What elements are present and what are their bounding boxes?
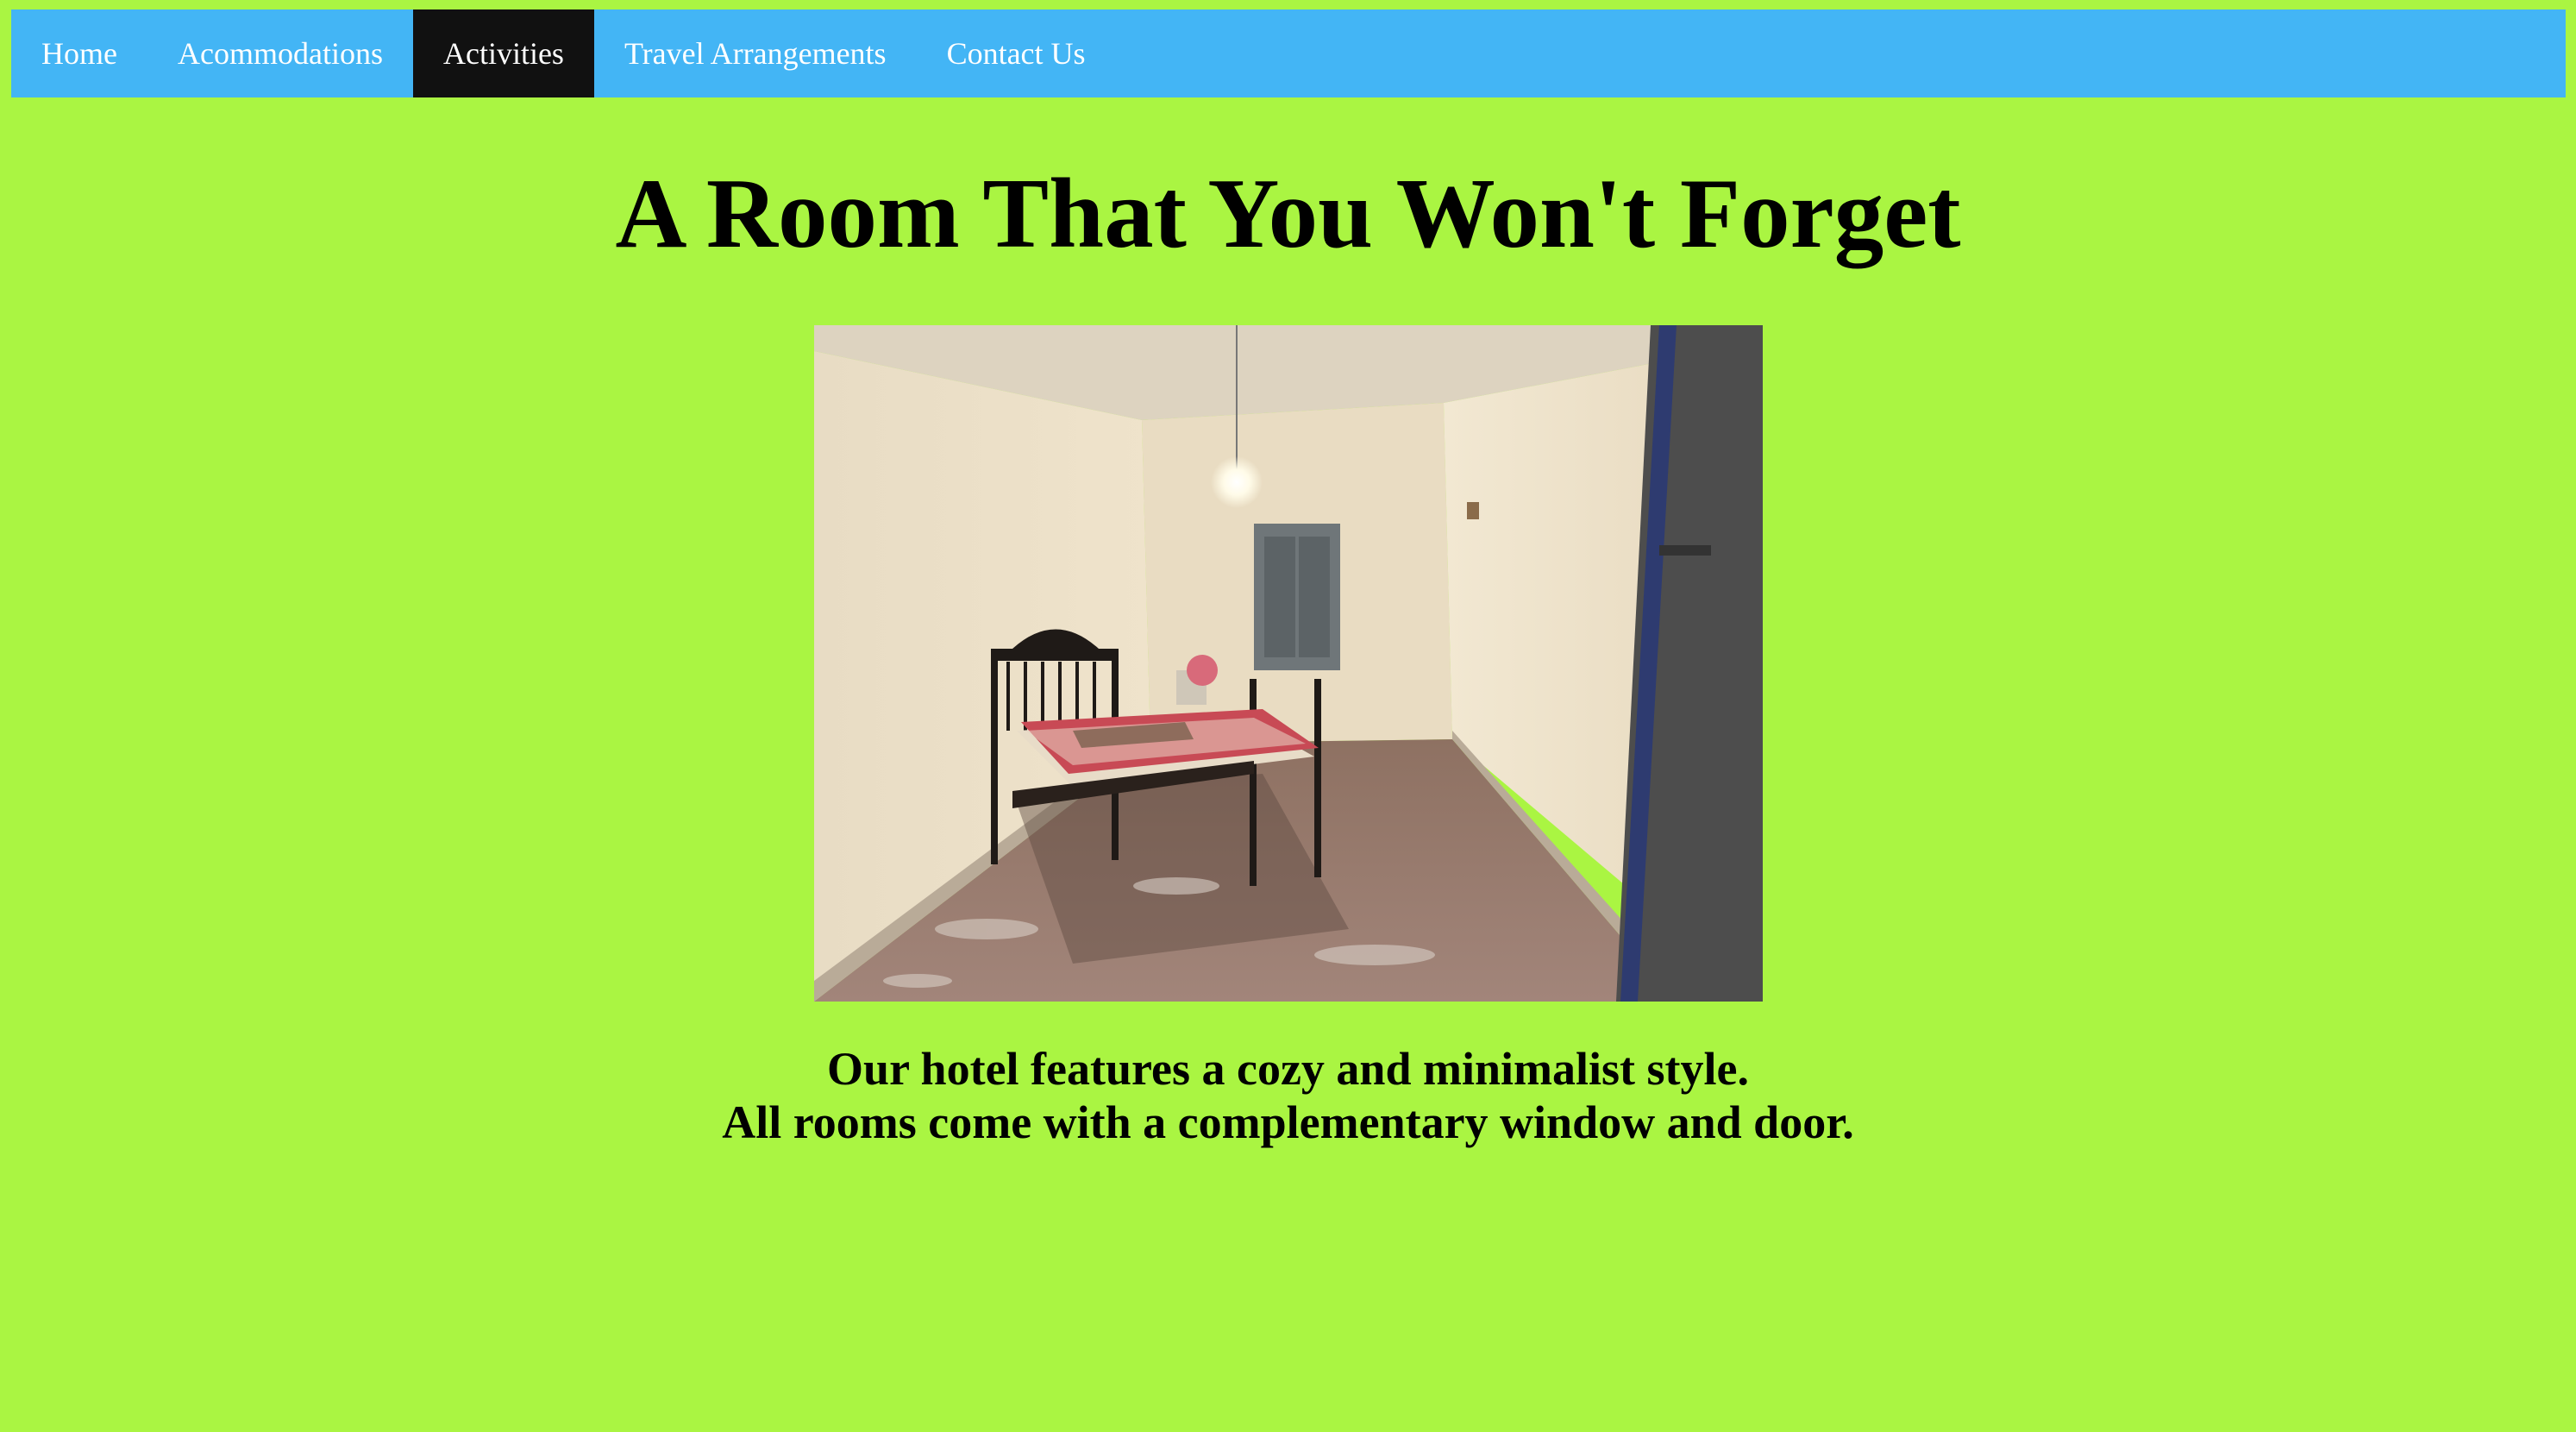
nav-travel-arrangements[interactable]: Travel Arrangements xyxy=(594,9,917,97)
hotel-room-photo xyxy=(814,325,1763,1002)
page-title: A Room That You Won't Forget xyxy=(615,159,1961,268)
room-description: Our hotel features a cozy and minimalist… xyxy=(0,1042,2576,1149)
nav-acommodations[interactable]: Acommodations xyxy=(147,9,413,97)
nav-contact-us[interactable]: Contact Us xyxy=(917,9,1116,97)
nav-activities[interactable]: Activities xyxy=(412,9,594,97)
nav-home[interactable]: Home xyxy=(11,9,147,97)
caption-line-1: Our hotel features a cozy and minimalist… xyxy=(827,1043,1749,1095)
top-navbar: Home Acommodations Activities Travel Arr… xyxy=(11,9,2566,97)
caption-line-2: All rooms come with a complementary wind… xyxy=(722,1096,1854,1148)
